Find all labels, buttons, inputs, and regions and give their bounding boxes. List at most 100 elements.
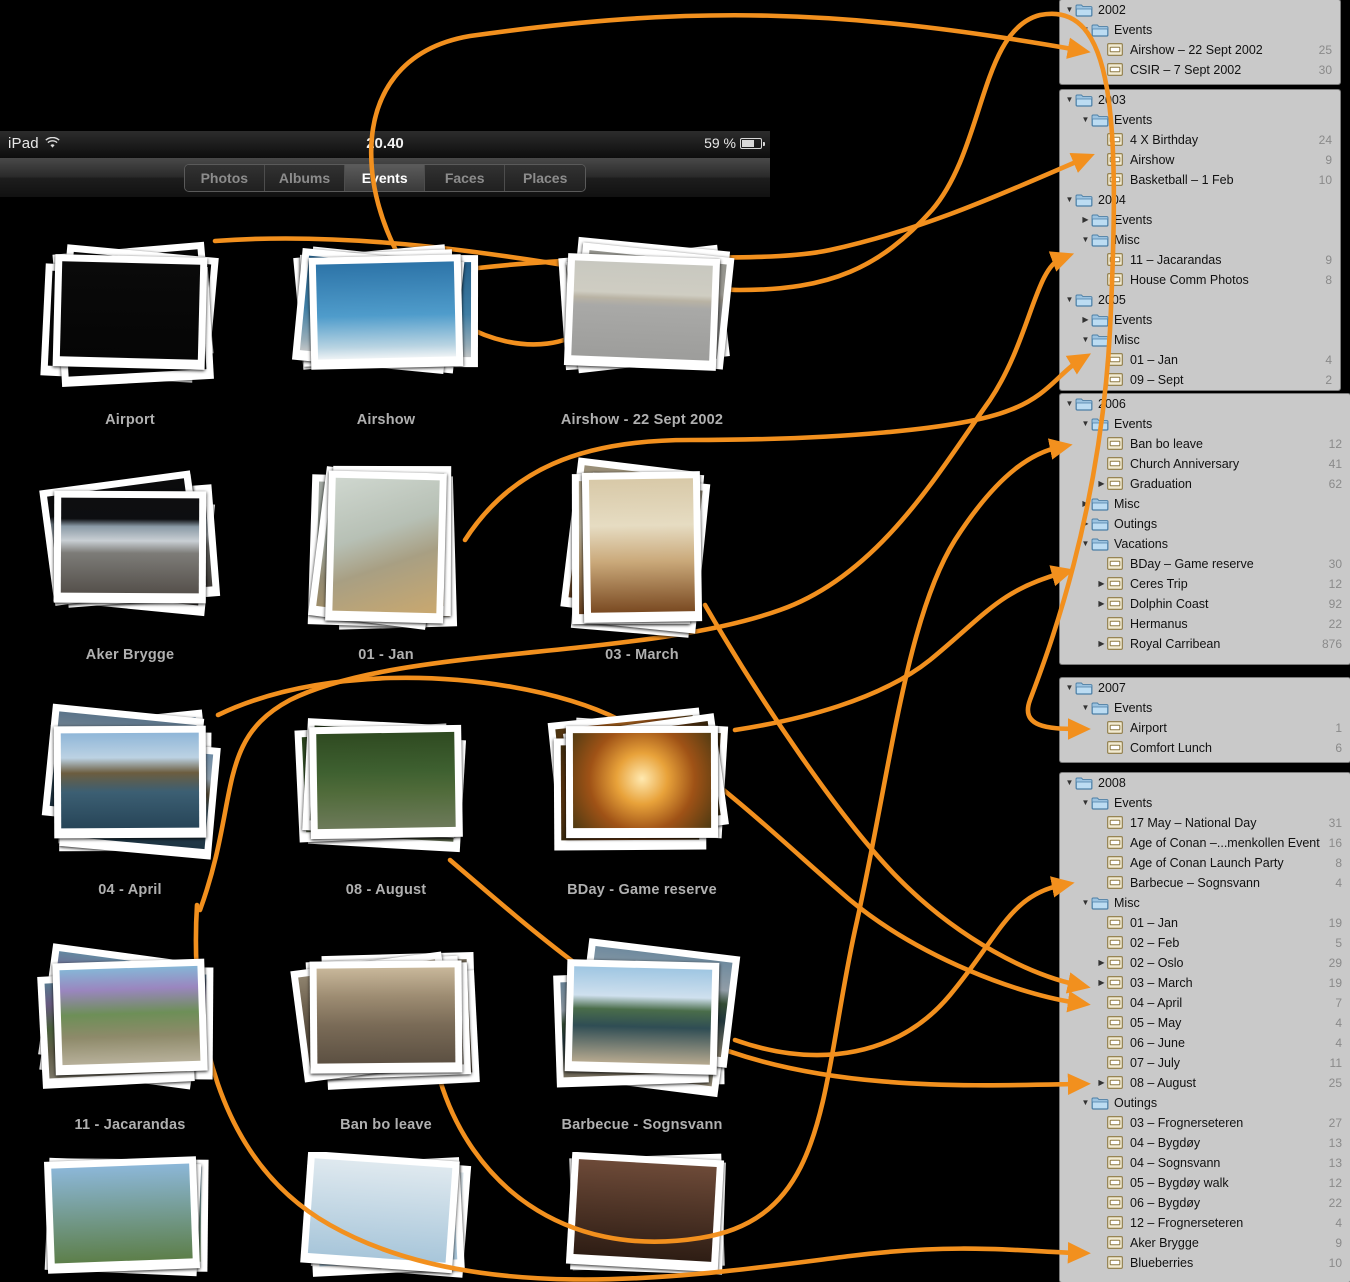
tree-album-row[interactable]: ▶ Airport 1 xyxy=(1060,718,1350,738)
event-stack[interactable]: 03 - March xyxy=(514,447,770,682)
tree-folder-row[interactable]: ▼ 2007 xyxy=(1060,678,1350,698)
tree-folder-row[interactable]: ▼ Events xyxy=(1060,793,1350,813)
tree-album-row[interactable]: ▶ 11 – Jacarandas 9 xyxy=(1060,250,1340,270)
event-stack-partial[interactable] xyxy=(2,1152,258,1282)
event-key-photo[interactable] xyxy=(309,724,463,840)
event-key-photo[interactable] xyxy=(52,958,208,1076)
triangle-right-icon[interactable]: ▶ xyxy=(1096,640,1107,648)
event-key-photo[interactable] xyxy=(564,959,720,1075)
tree-album-row[interactable]: ▶ CSIR – 7 Sept 2002 30 xyxy=(1060,60,1340,80)
tab-photos[interactable]: Photos xyxy=(184,164,265,191)
tab-faces[interactable]: Faces xyxy=(425,164,506,191)
event-stack[interactable]: 08 - August xyxy=(258,682,514,917)
tree-album-row[interactable]: ▶ 06 – Bygdøy 22 xyxy=(1060,1193,1350,1213)
tree-folder-row[interactable]: ▼ Events xyxy=(1060,110,1340,130)
tree-group-year-2003-2005[interactable]: ▼2003▼Events▶4 X Birthday24▶Airshow9▶Bas… xyxy=(1060,90,1340,390)
triangle-right-icon[interactable]: ▶ xyxy=(1096,959,1107,967)
tree-album-row[interactable]: ▶ Blueberries 10 xyxy=(1060,1253,1350,1273)
triangle-right-icon[interactable]: ▶ xyxy=(1080,500,1091,508)
triangle-right-icon[interactable]: ▶ xyxy=(1096,979,1107,987)
tree-album-row[interactable]: ▶ Barbecue – Sognsvann 4 xyxy=(1060,873,1350,893)
triangle-right-icon[interactable]: ▶ xyxy=(1096,600,1107,608)
tree-folder-row[interactable]: ▼ Vacations xyxy=(1060,534,1350,554)
tree-group-year-2007[interactable]: ▼ 2007 ▼ Events ▶ Airport 1 ▶ Comfort Lunch 6 xyxy=(1060,678,1350,762)
tree-album-row[interactable]: ▶ Hermanus 22 xyxy=(1060,614,1350,634)
tab-albums[interactable]: Albums xyxy=(264,164,346,191)
event-key-photo[interactable] xyxy=(53,490,207,604)
tree-album-row[interactable]: ▶ House Comm Photos 8 xyxy=(1060,270,1340,290)
tree-album-row[interactable]: ▶ 4 X Birthday 24 xyxy=(1060,130,1340,150)
triangle-down-icon[interactable]: ▼ xyxy=(1080,336,1091,344)
photo-stack[interactable] xyxy=(514,917,770,1117)
photo-stack[interactable] xyxy=(258,447,514,647)
event-stack[interactable]: 11 - Jacarandas xyxy=(2,917,258,1152)
tree-album-row[interactable]: ▶ Basketball – 1 Feb 10 xyxy=(1060,170,1340,190)
photo-stack[interactable] xyxy=(514,447,770,647)
event-stack[interactable]: Barbecue - Sognsvann xyxy=(514,917,770,1152)
tree-album-row[interactable]: ▶ 04 – April 7 xyxy=(1060,993,1350,1013)
tree-folder-row[interactable]: ▼ 2005 xyxy=(1060,290,1340,310)
tree-group-year-2008[interactable]: ▼ 2008 ▼ Events ▶ 17 May – National Day 31 ▶ Age… xyxy=(1060,773,1350,1282)
tree-folder-row[interactable]: ▼ 2002 xyxy=(1060,0,1340,20)
event-key-photo[interactable] xyxy=(581,471,703,623)
photo-stack[interactable] xyxy=(2,447,258,647)
tree-folder-row[interactable]: ▼ 2006 xyxy=(1060,394,1350,414)
triangle-down-icon[interactable]: ▼ xyxy=(1064,400,1075,408)
event-stack[interactable]: BDay - Game reserve xyxy=(514,682,770,917)
photo-stack[interactable] xyxy=(514,212,770,412)
tree-album-row[interactable]: ▶ Royal Carribean 876 xyxy=(1060,634,1350,654)
photo-stack[interactable] xyxy=(258,917,514,1117)
triangle-down-icon[interactable]: ▼ xyxy=(1080,116,1091,124)
tree-folder-row[interactable]: ▶ Events xyxy=(1060,310,1340,330)
tree-album-row[interactable]: ▶ 04 – Bygdøy 13 xyxy=(1060,1133,1350,1153)
tree-album-row[interactable]: ▶ Age of Conan Launch Party 8 xyxy=(1060,853,1350,873)
triangle-down-icon[interactable]: ▼ xyxy=(1080,26,1091,34)
photo-stack[interactable] xyxy=(2,212,258,412)
triangle-down-icon[interactable]: ▼ xyxy=(1080,540,1091,548)
event-stack[interactable]: Airshow - 22 Sept 2002 xyxy=(514,212,770,447)
triangle-right-icon[interactable]: ▶ xyxy=(1096,480,1107,488)
tree-folder-row[interactable]: ▶ Misc xyxy=(1060,494,1350,514)
triangle-right-icon[interactable]: ▶ xyxy=(1080,520,1091,528)
photo-stack[interactable] xyxy=(2,682,258,882)
triangle-right-icon[interactable]: ▶ xyxy=(1096,1079,1107,1087)
tree-folder-row[interactable]: ▼ Events xyxy=(1060,698,1350,718)
tree-folder-row[interactable]: ▶ Outings xyxy=(1060,514,1350,534)
tree-folder-row[interactable]: ▼ 2004 xyxy=(1060,190,1340,210)
tree-album-row[interactable]: ▶ Age of Conan –...menkollen Event 16 xyxy=(1060,833,1350,853)
photo-stack[interactable] xyxy=(2,917,258,1117)
tab-places[interactable]: Places xyxy=(505,164,586,191)
tree-album-row[interactable]: ▶ 06 – June 4 xyxy=(1060,1033,1350,1053)
triangle-down-icon[interactable]: ▼ xyxy=(1064,296,1075,304)
triangle-down-icon[interactable]: ▼ xyxy=(1064,196,1075,204)
tree-album-row[interactable]: ▶ Airshow 9 xyxy=(1060,150,1340,170)
event-stack[interactable]: 04 - April xyxy=(2,682,258,917)
library-tab-bar[interactable]: Photos Albums Events Faces Places xyxy=(183,163,587,192)
triangle-down-icon[interactable]: ▼ xyxy=(1064,684,1075,692)
tree-album-row[interactable]: ▶ 02 – Oslo 29 xyxy=(1060,953,1350,973)
photo-stack[interactable] xyxy=(2,1152,258,1282)
tree-folder-row[interactable]: ▼ Misc xyxy=(1060,893,1350,913)
tree-album-row[interactable]: ▶ Comfort Lunch 6 xyxy=(1060,738,1350,758)
event-stack[interactable]: Airshow xyxy=(258,212,514,447)
tree-folder-row[interactable]: ▼ Outings xyxy=(1060,1093,1350,1113)
triangle-down-icon[interactable]: ▼ xyxy=(1080,899,1091,907)
tree-album-row[interactable]: ▶ 05 – May 4 xyxy=(1060,1013,1350,1033)
triangle-down-icon[interactable]: ▼ xyxy=(1080,236,1091,244)
tree-album-row[interactable]: ▶ 12 – Frognerseteren 4 xyxy=(1060,1213,1350,1233)
event-stack[interactable]: Aker Brygge xyxy=(2,447,258,682)
tree-album-row[interactable]: ▶ Airshow – 22 Sept 2002 25 xyxy=(1060,40,1340,60)
triangle-down-icon[interactable]: ▼ xyxy=(1064,6,1075,14)
tree-album-row[interactable]: ▶ 02 – Feb 5 xyxy=(1060,933,1350,953)
tree-album-row[interactable]: ▶ 03 – Frognerseteren 27 xyxy=(1060,1113,1350,1133)
tree-album-row[interactable]: ▶ BDay – Game reserve 30 xyxy=(1060,554,1350,574)
tree-folder-row[interactable]: ▼ Misc xyxy=(1060,230,1340,250)
event-key-photo[interactable] xyxy=(308,254,464,370)
tree-folder-row[interactable]: ▼ Misc xyxy=(1060,330,1340,350)
triangle-down-icon[interactable]: ▼ xyxy=(1064,779,1075,787)
event-key-photo[interactable] xyxy=(53,725,207,839)
triangle-down-icon[interactable]: ▼ xyxy=(1064,96,1075,104)
triangle-down-icon[interactable]: ▼ xyxy=(1080,420,1091,428)
tree-album-row[interactable]: ▶ 17 May – National Day 31 xyxy=(1060,813,1350,833)
event-key-photo[interactable] xyxy=(565,725,719,839)
